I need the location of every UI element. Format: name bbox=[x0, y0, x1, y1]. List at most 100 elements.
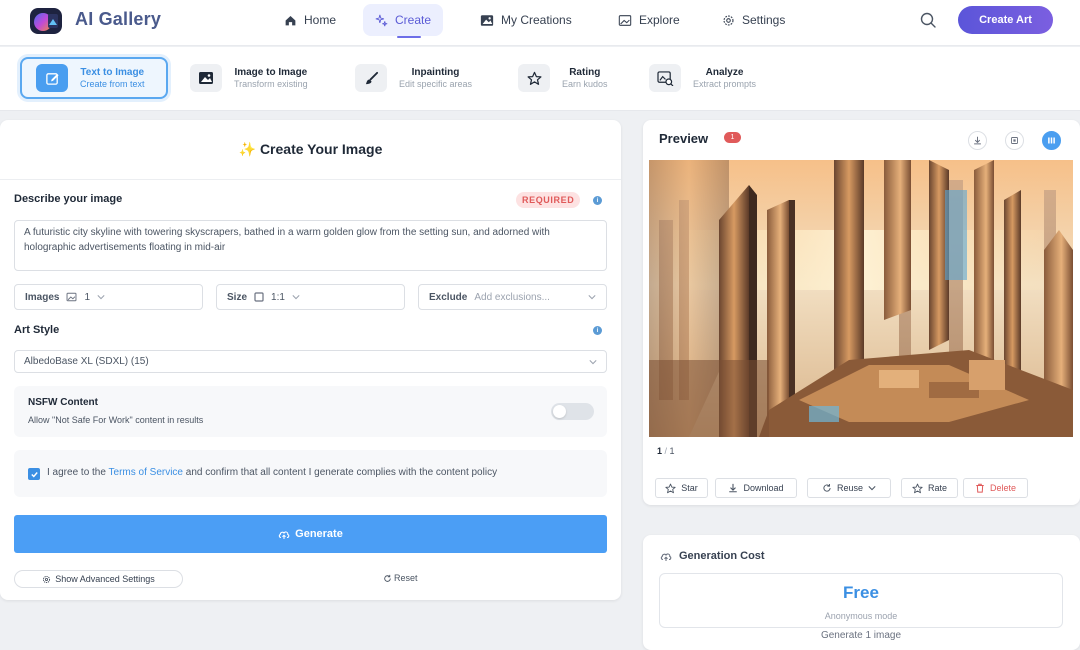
image-icon bbox=[190, 64, 222, 92]
mode-analyze[interactable]: Analyze Extract prompts bbox=[635, 57, 785, 99]
star-button[interactable]: Star bbox=[655, 478, 708, 498]
reuse-button[interactable]: Reuse bbox=[807, 478, 891, 498]
edit-icon bbox=[36, 64, 68, 92]
app-title[interactable]: AI Gallery bbox=[75, 9, 161, 30]
info-icon[interactable]: i bbox=[593, 196, 602, 205]
terms-checkbox[interactable] bbox=[28, 468, 40, 480]
top-navigation: AI Gallery Home Create My Creations Expl… bbox=[0, 0, 1080, 46]
chevron-down-icon bbox=[292, 294, 300, 300]
nav-home-label: Home bbox=[304, 13, 337, 27]
delete-button[interactable]: Delete bbox=[963, 478, 1028, 498]
art-style-select[interactable]: AlbedoBase XL (SDXL) (15) bbox=[14, 350, 607, 373]
cost-box: Free Anonymous mode bbox=[659, 573, 1063, 628]
app-logo[interactable] bbox=[30, 8, 62, 34]
nav-my-creations[interactable]: My Creations bbox=[468, 4, 584, 36]
size-label: Size bbox=[227, 291, 248, 303]
size-select[interactable]: Size 1:1 bbox=[216, 284, 405, 310]
cost-title: Generation Cost bbox=[679, 550, 765, 562]
mode-title: Image to Image bbox=[234, 67, 308, 78]
size-value: 1:1 bbox=[271, 291, 285, 303]
download-label: Download bbox=[743, 483, 784, 493]
exclude-placeholder: Add exclusions... bbox=[474, 291, 550, 303]
images-label: Images bbox=[25, 291, 60, 303]
advanced-settings-button[interactable]: Show Advanced Settings bbox=[14, 570, 183, 588]
star-icon bbox=[518, 64, 550, 92]
images-value: 1 bbox=[84, 291, 91, 303]
nav-settings[interactable]: Settings bbox=[710, 4, 797, 36]
mode-subtitle: Transform existing bbox=[234, 79, 308, 89]
sparkle-icon bbox=[375, 14, 388, 27]
image-icon bbox=[66, 292, 77, 302]
nav-explore[interactable]: Explore bbox=[606, 4, 692, 36]
gear-icon bbox=[42, 575, 51, 584]
reset-label: Reset bbox=[394, 573, 418, 583]
download-button[interactable]: Download bbox=[715, 478, 797, 498]
exclude-input[interactable]: Exclude Add exclusions... bbox=[418, 284, 607, 310]
describe-label: Describe your image bbox=[14, 193, 123, 205]
mode-subtitle: Create from text bbox=[80, 79, 145, 89]
mode-text-to-image[interactable]: Text to Image Create from text bbox=[20, 57, 168, 99]
home-icon bbox=[284, 14, 297, 27]
page-separator: / bbox=[662, 446, 670, 456]
square-icon bbox=[254, 292, 264, 302]
search-icon[interactable] bbox=[918, 10, 938, 30]
download-icon bbox=[728, 483, 738, 493]
chevron-down-icon bbox=[868, 485, 876, 491]
star-icon bbox=[665, 483, 676, 494]
refresh-icon bbox=[383, 574, 392, 583]
download-icon[interactable] bbox=[968, 131, 987, 150]
terms-text: I agree to the Terms of Service and conf… bbox=[47, 467, 497, 478]
exclude-label: Exclude bbox=[429, 291, 468, 303]
generate-label: Generate bbox=[295, 528, 343, 540]
cloud-upload-icon bbox=[278, 529, 290, 540]
mode-subtitle: Edit specific areas bbox=[399, 79, 473, 89]
rate-button[interactable]: Rate bbox=[901, 478, 958, 498]
star-label: Star bbox=[681, 483, 698, 493]
form-title: ✨ Create Your Image bbox=[0, 120, 621, 180]
terms-of-service-link[interactable]: Terms of Service bbox=[109, 467, 183, 478]
fullscreen-icon[interactable] bbox=[1005, 131, 1024, 150]
trash-icon bbox=[975, 483, 985, 493]
mode-inpainting[interactable]: Inpainting Edit specific areas bbox=[341, 57, 491, 99]
active-underline bbox=[397, 36, 421, 38]
create-art-button[interactable]: Create Art bbox=[958, 6, 1053, 34]
preview-count-badge: 1 bbox=[724, 132, 741, 143]
refresh-icon bbox=[822, 483, 832, 493]
mode-subtitle: Earn kudos bbox=[562, 79, 608, 89]
preview-title: Preview bbox=[659, 131, 709, 146]
info-icon[interactable]: i bbox=[593, 326, 602, 335]
reuse-label: Reuse bbox=[836, 483, 863, 493]
mode-subtitle: Extract prompts bbox=[693, 79, 757, 89]
cost-price: Free bbox=[843, 583, 879, 602]
analyze-image-icon bbox=[649, 64, 681, 92]
terms-agreement-panel: I agree to the Terms of Service and conf… bbox=[14, 450, 607, 497]
nsfw-panel: NSFW Content Allow "Not Safe For Work" c… bbox=[14, 386, 607, 437]
generate-button[interactable]: Generate bbox=[14, 515, 607, 553]
image-icon bbox=[480, 14, 494, 27]
cost-mode: Anonymous mode bbox=[824, 611, 898, 621]
images-count-select[interactable]: Images 1 bbox=[14, 284, 203, 310]
prompt-textarea[interactable]: A futuristic city skyline with towering … bbox=[14, 220, 607, 271]
page-total: 1 bbox=[669, 446, 675, 456]
required-badge: REQUIRED bbox=[516, 192, 581, 208]
advanced-settings-label: Show Advanced Settings bbox=[55, 574, 155, 584]
cloud-icon bbox=[660, 551, 672, 562]
nav-home[interactable]: Home bbox=[272, 4, 348, 36]
mode-toolbar: Text to Image Create from text Image to I… bbox=[0, 47, 1080, 111]
mode-image-to-image[interactable]: Image to Image Transform existing bbox=[176, 57, 326, 99]
chevron-down-icon bbox=[97, 294, 105, 300]
nsfw-description: Allow "Not Safe For Work" content in res… bbox=[28, 415, 204, 425]
star-icon bbox=[912, 483, 923, 494]
chevron-down-icon bbox=[588, 294, 596, 300]
art-style-label: Art Style bbox=[14, 324, 60, 336]
reset-button[interactable]: Reset bbox=[383, 573, 418, 583]
rate-label: Rate bbox=[927, 483, 947, 493]
delete-label: Delete bbox=[989, 483, 1016, 493]
nav-explore-label: Explore bbox=[639, 13, 680, 27]
generated-image-preview[interactable] bbox=[649, 160, 1073, 437]
nav-create[interactable]: Create bbox=[363, 4, 444, 38]
nsfw-toggle[interactable] bbox=[551, 403, 594, 420]
mode-rating[interactable]: Rating Earn kudos bbox=[504, 57, 624, 99]
grid-view-icon[interactable] bbox=[1042, 131, 1061, 150]
nav-settings-label: Settings bbox=[742, 13, 786, 27]
